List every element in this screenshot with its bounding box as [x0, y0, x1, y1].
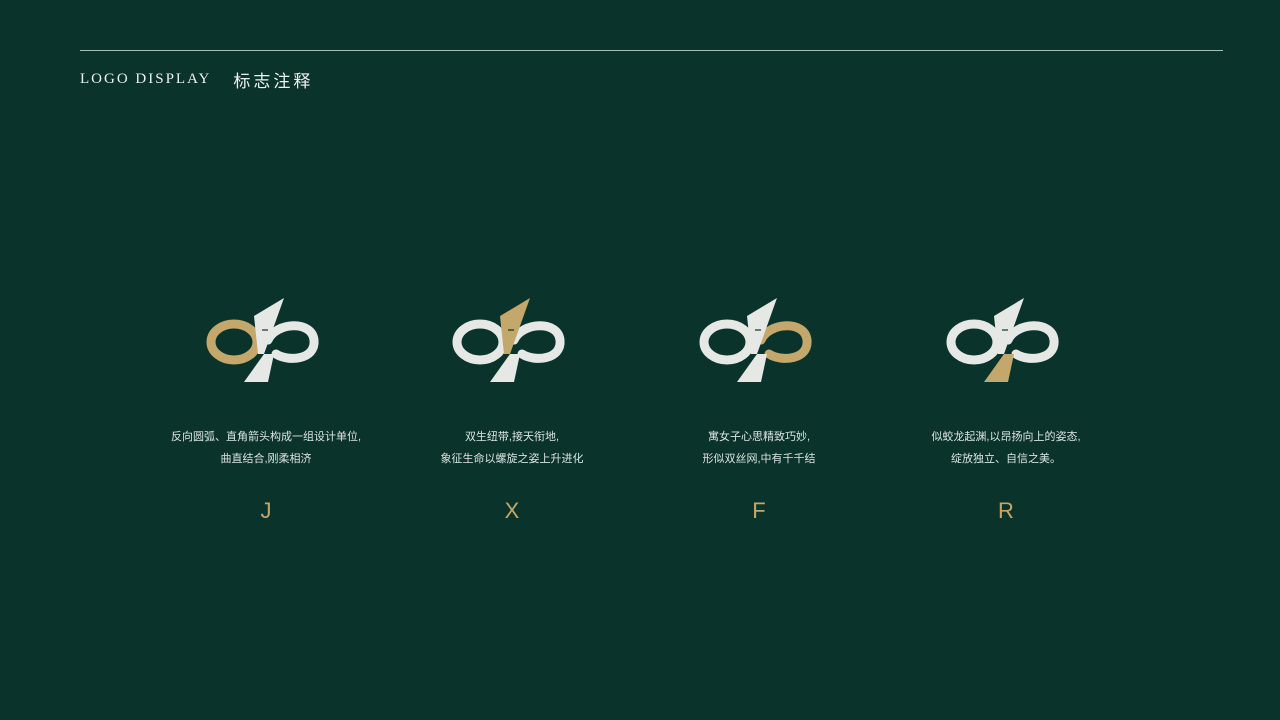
logo-description: 反向圆弧、直角箭头构成一组设计单位, 曲直结合,刚柔相济: [171, 426, 361, 470]
logo-right-loop-shape: [263, 321, 319, 363]
logo-left-loop-shape: [946, 319, 1002, 365]
description-line: 形似双丝网,中有千千结: [702, 453, 816, 465]
logo-letter: F: [752, 498, 766, 523]
logo-right-loop-shape: [1003, 321, 1059, 363]
logo-left-loop-shape: [206, 319, 262, 365]
logo-card-r: 似蛟龙起渊,以昂扬向上的姿态, 绽放独立、自信之美。 R: [886, 290, 1126, 524]
brand-logo-icon: [452, 298, 565, 382]
description-line: 寓女子心思精致巧妙,: [707, 431, 811, 443]
brand-logo-icon: [206, 298, 319, 382]
description-line: 似蛟龙起渊,以昂扬向上的姿态,: [931, 431, 1081, 443]
brand-logo-icon: [946, 298, 1059, 382]
description-line: 曲直结合,刚柔相济: [220, 453, 312, 465]
logo-description: 寓女子心思精致巧妙, 形似双丝网,中有千千结: [702, 426, 815, 470]
brand-logo-icon: [699, 298, 812, 382]
logo-right-loop-shape: [509, 321, 565, 363]
top-divider-line: [80, 50, 1223, 51]
description-line: 象征生命以螺旋之姿上升进化: [440, 453, 584, 465]
description-line: 反向圆弧、直角箭头构成一组设计单位,: [170, 431, 362, 443]
logo-description: 似蛟龙起渊,以昂扬向上的姿态, 绽放独立、自信之美。: [931, 426, 1080, 470]
logo-letter: X: [504, 498, 520, 523]
page-header: LOGO DISPLAY 标志注释: [80, 68, 314, 91]
description-line: 双生纽带,接天衔地,: [464, 431, 560, 443]
logo-right-loop-shape: [756, 321, 812, 363]
logo-card-x: 双生纽带,接天衔地, 象征生命以螺旋之姿上升进化 X: [392, 290, 632, 524]
logo-card-j: 反向圆弧、直角箭头构成一组设计单位, 曲直结合,刚柔相济 J: [146, 290, 386, 524]
logo-description: 双生纽带,接天衔地, 象征生命以螺旋之姿上升进化: [441, 426, 584, 470]
description-line: 绽放独立、自信之美。: [951, 453, 1061, 465]
logo-left-loop-shape: [699, 319, 755, 365]
page-title-en: LOGO DISPLAY: [80, 70, 212, 87]
logo-letter: R: [998, 498, 1014, 523]
logo-letter: J: [260, 498, 272, 523]
logo-left-loop-shape: [452, 319, 508, 365]
logo-card-f: 寓女子心思精致巧妙, 形似双丝网,中有千千结 F: [639, 290, 879, 524]
page-title-cn: 标志注释: [233, 71, 314, 91]
